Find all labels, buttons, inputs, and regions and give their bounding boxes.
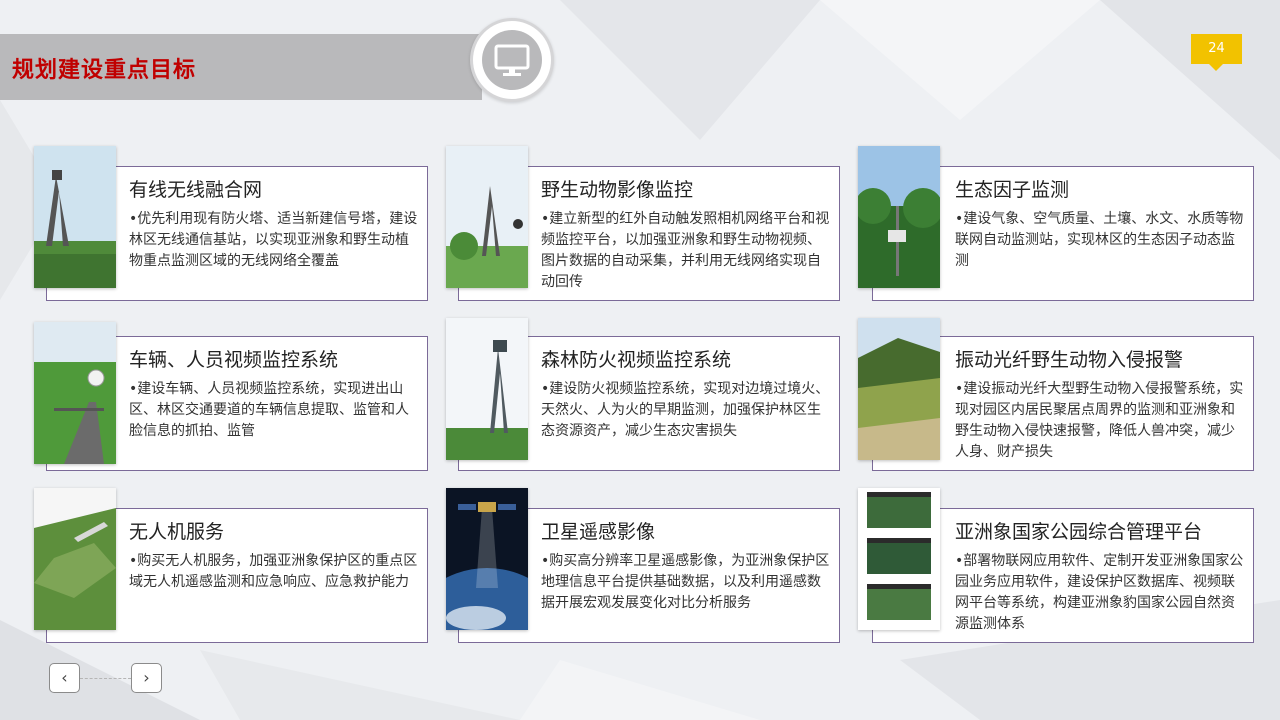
satellite-earth-photo bbox=[446, 488, 528, 630]
card-title: 无人机服务 bbox=[129, 521, 225, 543]
next-button[interactable]: › bbox=[131, 663, 162, 693]
elephants-hillside-photo bbox=[858, 318, 940, 460]
card-text: •建设振动光纤大型野生动物入侵报警系统，实现对园区内居民聚居点周界的监测和亚洲象… bbox=[955, 381, 1244, 460]
platform-screens-photo bbox=[858, 488, 940, 630]
card-text: •优先利用现有防火塔、适当新建信号塔，建设林区无线通信基站，以实现亚洲象和野生动… bbox=[129, 211, 418, 269]
card-text: •建设防火视频监控系统，实现对边境过境火、天然火、人为火的早期监测，加强保护林区… bbox=[541, 381, 830, 439]
drone-terrain-photo bbox=[34, 488, 116, 630]
monitoring-station-photo bbox=[858, 146, 940, 288]
road-camera-photo bbox=[34, 322, 116, 464]
page-title: 规划建设重点目标 bbox=[12, 58, 197, 83]
card-text: •建立新型的红外自动触发照相机网络平台和视频监控平台，以加强亚洲象和野生动物视频… bbox=[541, 211, 830, 290]
fire-watch-tower-photo bbox=[446, 318, 528, 460]
title-badge bbox=[470, 18, 554, 102]
card-text: •部署物联网应用软件、定制开发亚洲象国家公园业务应用软件，建设保护区数据库、视频… bbox=[955, 553, 1244, 632]
nav-divider bbox=[80, 678, 131, 679]
card-title: 卫星遥感影像 bbox=[541, 521, 656, 543]
card-text: •建设车辆、人员视频监控系统，实现进出山区、林区交通要道的车辆信息提取、监管和人… bbox=[129, 381, 409, 439]
page-number: 24 bbox=[1191, 34, 1242, 64]
card-title: 野生动物影像监控 bbox=[541, 179, 694, 201]
card-title: 车辆、人员视频监控系统 bbox=[129, 349, 339, 371]
card-text: •建设气象、空气质量、土壤、水文、水质等物联网自动监测站，实现林区的生态因子动态… bbox=[955, 211, 1244, 269]
card-title: 森林防火视频监控系统 bbox=[541, 349, 732, 371]
camera-tower-photo bbox=[446, 146, 528, 288]
previous-button[interactable]: ‹ bbox=[49, 663, 80, 693]
card-title: 振动光纤野生动物入侵报警 bbox=[955, 349, 1184, 371]
card-title: 生态因子监测 bbox=[955, 179, 1070, 201]
card-text: •购买高分辨率卫星遥感影像，为亚洲象保护区地理信息平台提供基础数据，以及利用遥感… bbox=[541, 553, 830, 611]
page-number-pointer bbox=[1209, 64, 1223, 71]
card-text: •购买无人机服务，加强亚洲象保护区的重点区域无人机遥感监测和应急响应、应急救护能… bbox=[129, 553, 418, 590]
card-title: 亚洲象国家公园综合管理平台 bbox=[955, 521, 1203, 543]
card-title: 有线无线融合网 bbox=[129, 179, 263, 201]
tower-in-forest-photo bbox=[34, 146, 116, 288]
monitor-icon bbox=[494, 44, 530, 76]
